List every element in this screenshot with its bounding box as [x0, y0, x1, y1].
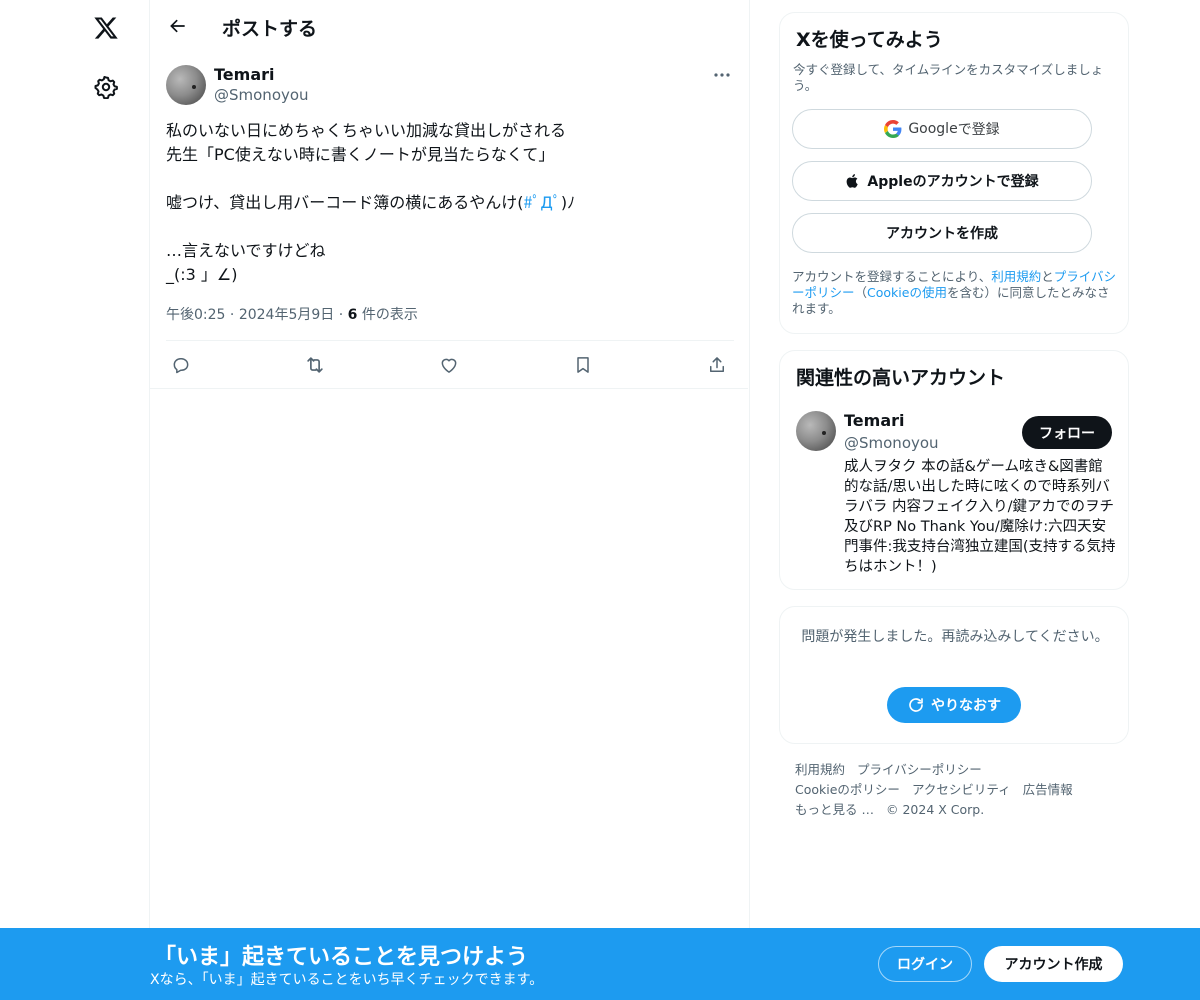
- author-name[interactable]: Temari: [214, 65, 274, 84]
- apple-signup-label: Appleのアカウントで登録: [867, 174, 1039, 190]
- account-name[interactable]: Temari: [844, 411, 904, 430]
- post-time[interactable]: 午後0:25: [166, 307, 225, 323]
- post-line: 先生「PC使えない時に書くノートが見当たらなくて」: [166, 145, 555, 164]
- post-line-blank: [166, 215, 734, 239]
- terms-mid2: （: [854, 285, 868, 300]
- apple-icon: [847, 174, 859, 188]
- google-suffix: で登録: [957, 122, 1000, 138]
- footer-link[interactable]: もっと見る …: [795, 800, 874, 820]
- post-text: 私のいない日にめちゃくちゃいい加減な貸出しがされる 先生「PC使えない時に書くノ…: [166, 119, 734, 287]
- action-bar: [166, 340, 734, 388]
- footer-link[interactable]: 広告情報: [1023, 780, 1073, 800]
- author-handle[interactable]: @Smonoyou: [214, 86, 309, 104]
- gear-icon[interactable]: [86, 67, 126, 107]
- retry-button[interactable]: やりなおす: [887, 687, 1021, 723]
- relevant-accounts-card: 関連性の高いアカウント Temari @Smonoyou フォロー 成人ヲタク …: [779, 350, 1129, 590]
- cookie-link[interactable]: Cookieの使用: [867, 285, 947, 300]
- like-icon[interactable]: [437, 353, 461, 377]
- avatar[interactable]: [796, 411, 836, 451]
- footer-link[interactable]: アクセシビリティ: [912, 780, 1011, 800]
- left-nav: [0, 0, 150, 1000]
- post-line: 私のいない日にめちゃくちゃいい加減な貸出しがされる: [166, 121, 567, 140]
- main-column: ポストする Temari @Smonoyou 私のいない日にめちゃくちゃいい加減…: [150, 0, 750, 928]
- terms-pre: アカウントを登録することにより、: [792, 269, 992, 284]
- footer-links: 利用規約 プライバシーポリシー Cookieのポリシー アクセシビリティ 広告情報 も…: [795, 760, 1115, 820]
- account-handle[interactable]: @Smonoyou: [844, 434, 939, 452]
- post-line-text: 嘘つけ、貸出し用バーコード簿の横にあるやんけ(: [166, 193, 524, 212]
- relevant-title: 関連性の高いアカウント: [796, 367, 1006, 389]
- divider: [150, 388, 748, 389]
- refresh-icon: [909, 698, 923, 712]
- error-card: 問題が発生しました。再読み込みしてください。 やりなおす: [779, 606, 1129, 744]
- meta-dot: ·: [338, 307, 344, 323]
- post-line: …言えないですけどね: [166, 241, 326, 260]
- copyright: © 2024 X Corp.: [885, 802, 985, 817]
- hashtag-link[interactable]: #ﾟДﾟ: [523, 193, 560, 212]
- arrow-left-icon[interactable]: [160, 8, 196, 44]
- views-count: 6: [347, 307, 358, 323]
- post-line: 嘘つけ、貸出し用バーコード簿の横にあるやんけ(#ﾟДﾟ)ﾉ: [166, 191, 734, 215]
- signup-title: Xを使ってみよう: [796, 29, 943, 51]
- retweet-icon[interactable]: [303, 353, 327, 377]
- bookmark-icon[interactable]: [571, 353, 595, 377]
- signup-card: Xを使ってみよう 今すぐ登録して、タイムラインをカスタマイズしましょう。 Goo…: [779, 12, 1129, 334]
- post-date[interactable]: 2024年5月9日: [239, 307, 334, 323]
- signup-button[interactable]: アカウント作成: [984, 946, 1123, 982]
- google-brand: Google: [908, 121, 958, 137]
- more-icon[interactable]: [708, 64, 736, 86]
- google-signup-button[interactable]: Google で登録: [792, 109, 1092, 149]
- footer-link[interactable]: プライバシーポリシー: [857, 760, 982, 780]
- x-logo-icon[interactable]: [86, 8, 126, 48]
- views-label: 件の表示: [361, 307, 418, 323]
- terms-mid: と: [1041, 269, 1054, 284]
- apple-signup-button[interactable]: Appleのアカウントで登録: [792, 161, 1092, 201]
- error-message: 問題が発生しました。再読み込みしてください。: [801, 629, 1109, 645]
- account-bio: 成人ヲタク 本の話&ゲーム呟き&図書館的な話/思い出した時に呟くので時系列バラバ…: [844, 459, 1116, 575]
- create-account-button[interactable]: アカウントを作成: [792, 213, 1092, 253]
- post-line: _(:3 」∠): [166, 265, 238, 284]
- signup-subtitle: 今すぐ登録して、タイムラインをカスタマイズしましょう。: [793, 62, 1104, 93]
- follow-button[interactable]: フォロー: [1022, 416, 1112, 449]
- reply-icon[interactable]: [169, 353, 193, 377]
- login-button[interactable]: ログイン: [878, 946, 972, 982]
- banner-title: 「いま」起きていることを見つけよう: [154, 945, 529, 970]
- terms-link[interactable]: 利用規約: [991, 269, 1041, 284]
- post-line-blank: [166, 167, 734, 191]
- banner-subtitle: Xなら、「いま」起きていることをいち早くチェックできます。: [150, 972, 544, 988]
- google-icon: [884, 120, 902, 138]
- footer-link[interactable]: Cookieのポリシー: [795, 780, 900, 800]
- top-bar: ポストする: [150, 0, 748, 53]
- meta-dot: ·: [229, 307, 235, 323]
- share-icon[interactable]: [705, 353, 729, 377]
- bottom-banner: 「いま」起きていることを見つけよう Xなら、「いま」起きていることをいち早くチェ…: [0, 928, 1200, 1000]
- terms-text: アカウントを登録することにより、利用規約とプライバシーポリシー（Cookieの使…: [792, 269, 1120, 317]
- page-title: ポストする: [222, 18, 318, 40]
- post-meta: 午後0:25 · 2024年5月9日 · 6 件の表示: [166, 304, 418, 324]
- avatar[interactable]: [166, 65, 206, 105]
- create-account-label: アカウントを作成: [886, 226, 998, 242]
- footer-link[interactable]: 利用規約: [795, 760, 845, 780]
- post-line-tail: )ﾉ: [560, 193, 576, 212]
- retry-label: やりなおす: [931, 698, 1001, 714]
